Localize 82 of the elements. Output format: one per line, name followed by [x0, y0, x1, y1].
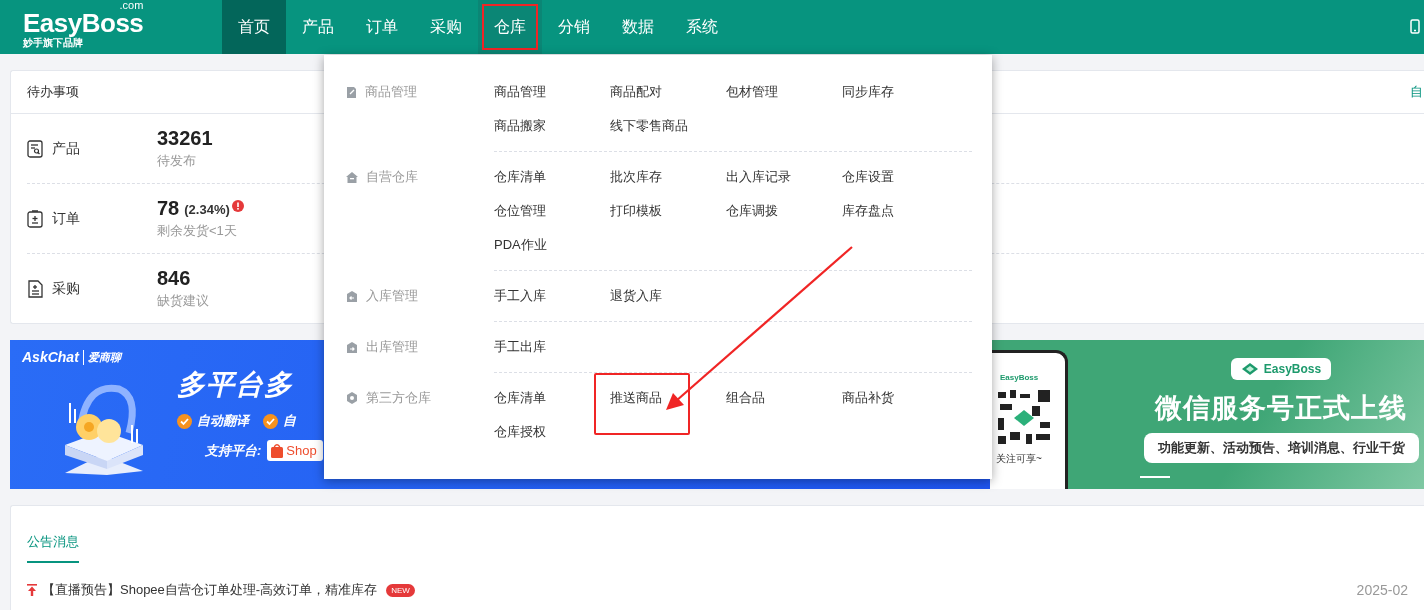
- house-icon: [346, 171, 358, 183]
- menu-item[interactable]: 仓库清单: [494, 168, 546, 186]
- menu-item[interactable]: 包材管理: [726, 83, 778, 101]
- nav-tab[interactable]: 数据: [606, 0, 670, 54]
- nav-tab[interactable]: 分销: [542, 0, 606, 54]
- menu-item[interactable]: 仓库授权: [494, 423, 546, 441]
- todo-count[interactable]: 78: [157, 197, 180, 220]
- menu-group-label: 自营仓库: [366, 168, 418, 186]
- banner-feature: 自: [283, 412, 296, 430]
- menu-item[interactable]: 手工入库: [494, 287, 546, 305]
- logo-icon: [1240, 362, 1259, 376]
- platform-badge: Shop: [267, 440, 323, 461]
- todo-label: 订单: [52, 209, 80, 228]
- new-badge: NEW: [386, 583, 415, 597]
- menu-item[interactable]: 同步库存: [842, 83, 894, 101]
- product-list-icon: [27, 139, 43, 158]
- clipboard-icon: [27, 209, 43, 228]
- menu-item[interactable]: 线下零售商品: [610, 117, 688, 135]
- menu-item[interactable]: 仓位管理: [494, 202, 546, 220]
- todo-percentage: (2.34%): [184, 202, 230, 217]
- menu-item[interactable]: 仓库设置: [842, 168, 894, 186]
- banner-headline: 微信服务号正式上线: [1155, 392, 1407, 425]
- banner-subtitle: 功能更新、活动预告、培训消息、行业干货: [1143, 433, 1419, 463]
- logo-suffix: .com: [119, 0, 144, 11]
- menu-group-label: 入库管理: [366, 287, 418, 305]
- menu-item[interactable]: 手工出库: [494, 338, 546, 356]
- phone-brand: EasyBoss: [999, 373, 1039, 382]
- nav-tab[interactable]: 产品: [286, 0, 350, 54]
- todo-note: 剩余发货<1天: [157, 222, 238, 240]
- notice-date: 2025-02: [1356, 582, 1408, 598]
- document-icon: [27, 279, 43, 298]
- outbound-icon: [346, 341, 358, 353]
- check-icon: [263, 413, 278, 429]
- menu-item[interactable]: 库存盘点: [842, 202, 894, 220]
- banner-feature: 自动翻译: [197, 412, 249, 430]
- inbound-icon: [346, 290, 358, 302]
- menu-item[interactable]: 打印模板: [610, 202, 662, 220]
- menu-item[interactable]: 组合品: [726, 389, 765, 407]
- card-title: 待办事项: [27, 83, 79, 101]
- todo-note: 待发布: [157, 152, 197, 170]
- brand-pill: EasyBoss: [1230, 358, 1332, 380]
- banner-brand: AskChat: [22, 349, 79, 365]
- shopping-bag-icon: [271, 443, 284, 458]
- menu-item[interactable]: 退货入库: [610, 287, 662, 305]
- banner-brand-chinese: 爱商聊: [82, 349, 121, 365]
- menu-item[interactable]: 商品补货: [842, 389, 894, 407]
- nav-tab[interactable]: 采购: [414, 0, 478, 54]
- clipboard-icon: [346, 86, 357, 98]
- menu-item[interactable]: PDA作业: [494, 236, 547, 254]
- customize-link[interactable]: 自: [1410, 83, 1423, 101]
- todo-note: 缺货建议: [157, 292, 209, 310]
- nav-tab[interactable]: 订单: [350, 0, 414, 54]
- menu-item[interactable]: 批次库存: [610, 168, 662, 186]
- check-icon: [177, 413, 192, 429]
- mobile-phone-icon[interactable]: [1410, 19, 1420, 34]
- nav-tab[interactable]: 系统: [670, 0, 734, 54]
- menu-group-label: 出库管理: [366, 338, 418, 356]
- phone-caption: 关注可享~: [996, 452, 1042, 466]
- nav-tab[interactable]: 首页: [222, 0, 286, 54]
- logo-tagline: 妙手旗下品牌: [23, 36, 83, 50]
- menu-item[interactable]: 出入库记录: [726, 168, 791, 186]
- todo-label: 产品: [52, 139, 80, 158]
- menu-group-label: 第三方仓库: [366, 389, 431, 407]
- menu-item[interactable]: 商品配对: [610, 83, 662, 101]
- banner-platforms-label: 支持平台:: [205, 441, 262, 460]
- todo-count[interactable]: 846: [157, 267, 191, 290]
- menu-item[interactable]: 商品管理: [494, 83, 546, 101]
- menu-group-label: 商品管理: [365, 83, 417, 101]
- logo-wordmark: EasyBoss: [23, 10, 144, 35]
- menu-item[interactable]: 推送商品: [594, 373, 690, 435]
- banner-headline: 多平台多: [177, 368, 294, 402]
- hexagon-icon: [346, 392, 358, 404]
- notice-tab[interactable]: 公告消息: [27, 533, 79, 563]
- menu-item[interactable]: 仓库调拨: [726, 202, 778, 220]
- todo-label: 采购: [52, 279, 80, 298]
- menu-item[interactable]: 商品搬家: [494, 117, 546, 135]
- notice-link[interactable]: 【直播预告】Shopee自营仓订单处理-高效订单，精准库存: [42, 581, 378, 599]
- menu-item[interactable]: 仓库清单: [494, 389, 546, 407]
- nav-tab[interactable]: 仓库: [478, 0, 542, 54]
- todo-count[interactable]: 33261: [157, 127, 213, 150]
- qr-code-icon: [996, 388, 1052, 446]
- wechat-banner[interactable]: EasyBoss 关注可享~ EasyBoss 微信服务号正式上线 功能更新、活动预告、培训消息、行业干货: [990, 340, 1424, 489]
